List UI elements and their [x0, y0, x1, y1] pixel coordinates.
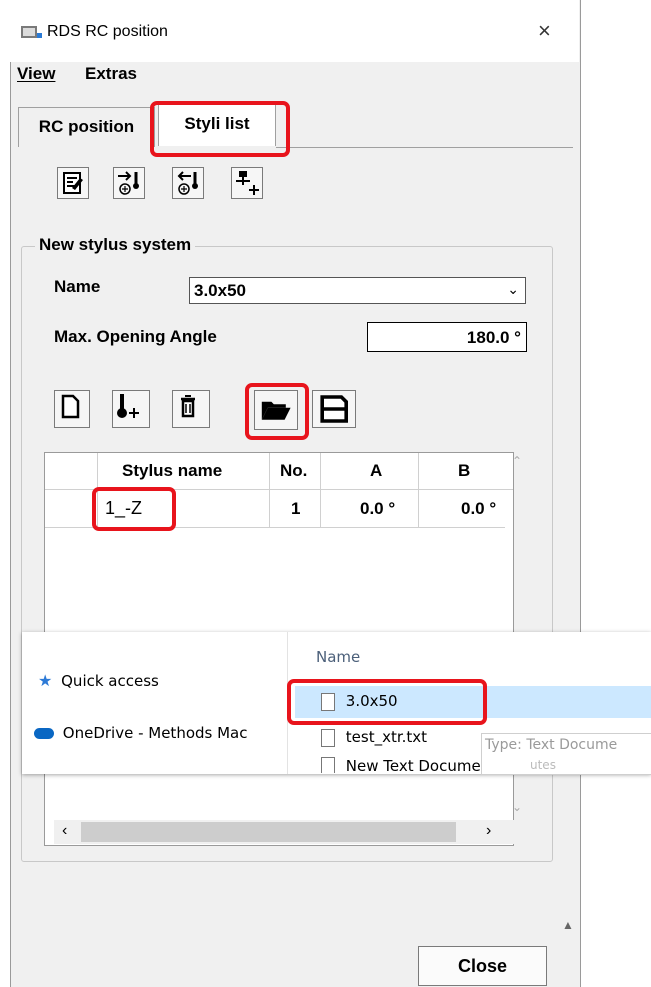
tab-divider	[276, 147, 573, 148]
toolbar-edit-list-button[interactable]	[57, 167, 89, 199]
scroll-down-arrow-icon[interactable]: ⌄	[512, 800, 522, 814]
cell-b: 0.0 °	[461, 499, 497, 518]
close-button[interactable]: Close	[418, 946, 547, 986]
chevron-down-icon: ⌄	[507, 281, 519, 297]
highlight-open-folder	[245, 383, 309, 440]
scroll-up-arrow-icon[interactable]: ⌃	[512, 454, 522, 468]
column-header-name[interactable]: Name	[316, 648, 360, 666]
horizontal-scrollbar[interactable]	[54, 820, 514, 844]
menu-extras[interactable]: Extras	[85, 64, 137, 84]
highlight-styli-tab	[150, 101, 290, 157]
group-title: New stylus system	[35, 235, 196, 255]
trash-icon	[181, 395, 195, 418]
column-header-no[interactable]: No.	[280, 452, 307, 489]
save-icon	[320, 395, 348, 423]
tab-rc-position[interactable]: RC position	[18, 107, 155, 147]
edit-list-icon	[63, 172, 83, 194]
add-stylus-icon	[117, 394, 139, 418]
close-window-button[interactable]: ×	[538, 18, 551, 44]
highlight-stylus-name	[92, 487, 176, 531]
window-title: RDS RC position	[47, 23, 168, 40]
angle-label: Max. Opening Angle	[54, 327, 217, 346]
delete-button[interactable]	[172, 390, 210, 428]
app-icon	[21, 26, 42, 40]
add-stylus-button[interactable]	[112, 390, 150, 428]
max-opening-angle-field[interactable]: 180.0 °	[367, 322, 527, 352]
angle-value: 180.0 °	[466, 328, 521, 347]
menu-view[interactable]: View	[17, 64, 55, 84]
scroll-right-arrow-icon[interactable]: ›	[486, 822, 491, 840]
column-header-b[interactable]: B	[458, 452, 470, 489]
cell-no: 1	[291, 499, 301, 518]
column-header-a[interactable]: A	[370, 452, 382, 489]
text-file-icon	[321, 728, 335, 747]
tooltip: Type: Text Docume utes	[481, 733, 651, 775]
import-stylus-icon	[118, 171, 139, 195]
nav-quick-access[interactable]: ★ Quick access	[38, 671, 159, 690]
new-file-icon	[61, 394, 80, 419]
highlight-file	[287, 679, 487, 725]
add-stylus-system-icon	[236, 171, 259, 195]
text-file-icon	[321, 757, 335, 773]
toolbar-export-stylus-button[interactable]	[172, 167, 204, 199]
cloud-icon	[34, 728, 54, 739]
toolbar-add-stylus-system-button[interactable]	[231, 167, 263, 199]
column-header-stylus-name[interactable]: Stylus name	[122, 452, 222, 489]
cell-a: 0.0 °	[360, 499, 396, 518]
table-header-row	[45, 453, 513, 490]
name-value: 3.0x50	[194, 281, 246, 300]
name-combobox[interactable]: 3.0x50 ⌄	[189, 277, 526, 304]
export-stylus-icon	[177, 171, 198, 195]
scroll-left-arrow-icon[interactable]: ‹	[62, 822, 67, 840]
scroll-up-arrow-icon[interactable]: ▲	[562, 918, 574, 932]
scroll-thumb[interactable]	[81, 822, 456, 842]
name-label: Name	[54, 277, 101, 296]
star-icon: ★	[38, 671, 53, 690]
save-button[interactable]	[312, 390, 356, 428]
nav-onedrive[interactable]: OneDrive - Methods Mac	[34, 724, 247, 742]
file-item[interactable]: test_xtr.txt	[321, 728, 427, 747]
toolbar-import-stylus-button[interactable]	[113, 167, 145, 199]
new-file-button[interactable]	[54, 390, 90, 428]
